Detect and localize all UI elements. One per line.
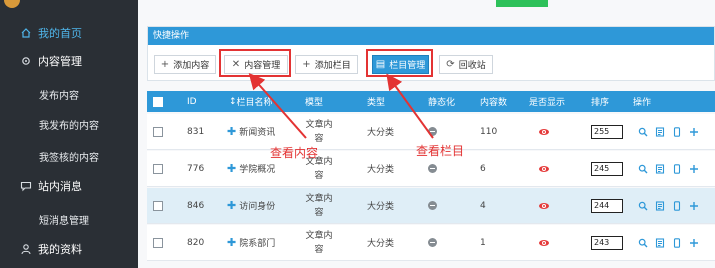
- sidebar-item-site-messages[interactable]: 站内消息: [0, 175, 138, 197]
- sidebar-item-short-messages[interactable]: 短消息管理: [0, 209, 138, 229]
- home-icon: [20, 27, 32, 39]
- sidebar-header: [0, 0, 138, 20]
- logo: [4, 0, 20, 8]
- gear-icon: [20, 55, 32, 67]
- sidebar-item-my-profile[interactable]: 我的资料: [0, 238, 138, 260]
- sidebar-item-label: 我签核的内容: [39, 152, 99, 164]
- sidebar-item-content-management[interactable]: 内容管理: [0, 50, 138, 72]
- sidebar-item-label: 我的首页: [38, 27, 82, 40]
- annotation-view-column: 查看栏目: [416, 144, 465, 158]
- arrow-to-content-button: [248, 72, 307, 139]
- sidebar-item-my-published[interactable]: 我发布的内容: [0, 114, 138, 134]
- sidebar-item-label: 短消息管理: [39, 215, 89, 227]
- sidebar-item-label: 内容管理: [38, 55, 82, 68]
- sidebar-item-label: 我发布的内容: [39, 120, 99, 132]
- sidebar-item-publish-content[interactable]: 发布内容: [0, 84, 138, 104]
- sidebar-item-my-approved[interactable]: 我签核的内容: [0, 146, 138, 166]
- sidebar-item-label: 发布内容: [39, 90, 79, 102]
- arrow-to-column-button: [386, 73, 434, 139]
- main-content: 快捷操作 + 添加内容 ✕ 内容管理 + 添加栏目 ▤ 栏目管理 ⟳ 回收站 I…: [138, 0, 715, 268]
- sidebar-item-label: 站内消息: [38, 180, 82, 193]
- sidebar-item-label: 我的资料: [38, 243, 82, 256]
- message-icon: [20, 180, 32, 192]
- annotation-view-content: 查看内容: [270, 146, 319, 160]
- annotation-arrows: [248, 72, 434, 139]
- sidebar: 我的首页 内容管理 发布内容 我发布的内容 我签核的内容 站内消息 短消息管理 …: [0, 0, 138, 268]
- sidebar-item-home[interactable]: 我的首页: [0, 22, 138, 44]
- user-icon: [20, 243, 32, 255]
